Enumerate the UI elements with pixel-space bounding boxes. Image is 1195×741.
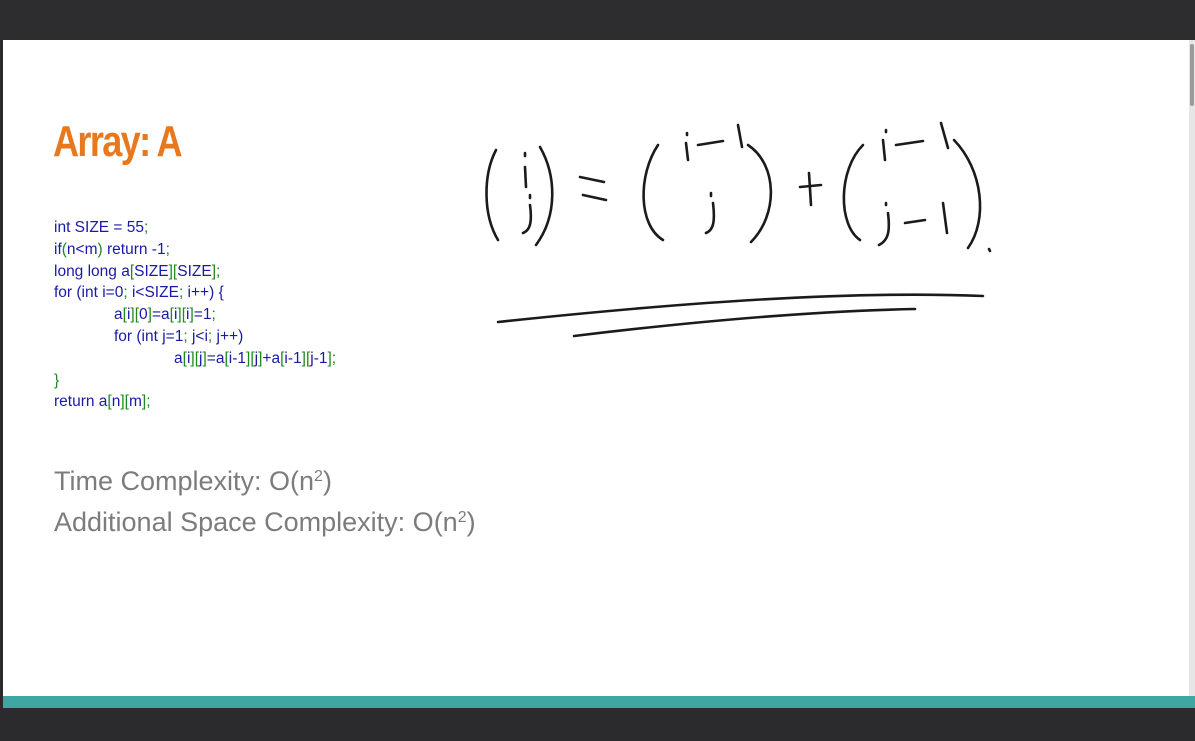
ink-equals-bottom (581, 193, 608, 202)
right-edge (1189, 40, 1195, 696)
ink-paren-left-1 (485, 148, 500, 242)
code-line: for (int i=0; i<SIZE; i++) { (54, 282, 336, 304)
space-complexity-close: ) (466, 507, 476, 537)
code-token: =1 (193, 306, 212, 324)
code-line: a[i][0]=a[i][i]=1; (54, 304, 336, 326)
code-token: ]; (211, 262, 221, 280)
ink-i-bottom-1 (523, 165, 528, 189)
code-token: for (int i=0 (54, 284, 124, 302)
ink-paren-right-3 (952, 138, 982, 250)
code-token: int SIZE = 55 (54, 219, 145, 236)
code-line: if(n<m) return -1; (54, 239, 336, 261)
code-token: SIZE (177, 262, 212, 280)
code-token: ][ (246, 349, 255, 367)
space-complexity: Additional Space Complexity: O(n2) (54, 506, 476, 538)
code-token: m (128, 393, 142, 411)
code-token: i++) { (183, 284, 224, 302)
slide-title: Array: A (53, 117, 183, 166)
code-token: ; (211, 306, 216, 324)
ink-paren-left-3 (842, 143, 865, 242)
code-token: long long a (54, 262, 130, 280)
code-token: } (54, 371, 60, 389)
code-token: j++) (212, 327, 244, 345)
code-token: ]; (141, 393, 151, 411)
code-token: for (int j=1 (114, 327, 184, 345)
ink-i-3 (881, 138, 887, 162)
ink-paren-right-2 (746, 143, 773, 244)
ink-paren-left-2 (642, 143, 665, 242)
ink-dot (987, 247, 992, 253)
code-line: return a[n][m]; (54, 391, 336, 413)
ink-j-2 (704, 201, 716, 235)
code-token: ]; (327, 349, 337, 367)
bottom-bar (0, 708, 1195, 741)
top-bar (0, 0, 1195, 40)
ink-one-3b (941, 201, 949, 235)
code-block: int SIZE = 55; if(n<m) return -1; long lon… (54, 217, 336, 413)
ink-minus-2 (696, 139, 725, 147)
code-line: } (54, 370, 336, 392)
code-token: SIZE (134, 262, 169, 280)
ink-paren-right-1 (534, 145, 554, 247)
time-complexity-exponent: 2 (314, 468, 323, 485)
code-token: ][ (130, 306, 140, 324)
code-token: i-1 (228, 349, 247, 367)
code-token: a (114, 306, 123, 324)
code-token: ][ (301, 349, 311, 367)
code-token: ][ (120, 393, 129, 411)
ink-underline-2 (572, 307, 917, 338)
code-token: j<i (187, 327, 208, 345)
space-complexity-exponent: 2 (457, 509, 467, 526)
code-line: a[i][j]=a[i-1][j]+a[i-1][j-1]; (54, 348, 336, 370)
code-token: if (54, 240, 62, 258)
ink-minus-3 (894, 139, 925, 147)
ink-minus-3b (903, 218, 927, 225)
space-complexity-label: Additional Space Complexity: O(n (54, 507, 458, 537)
code-token: =a (151, 306, 170, 324)
ink-plus-vertical (807, 171, 813, 207)
code-token: =a (206, 349, 225, 367)
code-token: j-1 (310, 349, 328, 367)
code-line: long long a[SIZE][SIZE]; (54, 261, 336, 283)
code-token: a (174, 349, 183, 367)
accent-strip (3, 696, 1195, 708)
ink-equals-top (578, 175, 606, 184)
code-token: return -1 (102, 240, 166, 258)
code-token: i<SIZE (127, 284, 179, 302)
code-token: ; (165, 240, 170, 258)
time-complexity: Time Complexity: O(n2) (54, 465, 332, 497)
ink-one-2 (736, 123, 744, 149)
ink-j-3 (877, 211, 891, 247)
time-complexity-close: ) (322, 466, 332, 496)
handwritten-binomial-formula (485, 121, 992, 338)
code-line: int SIZE = 55; (54, 217, 336, 239)
ink-i-2 (684, 141, 690, 162)
code-token: ][ (177, 306, 187, 324)
slide: Array: A int SIZE = 55; if(n<m) return -1… (3, 40, 1189, 696)
code-token: i-1 (284, 349, 302, 367)
code-token: 0 (139, 306, 148, 324)
ink-j-1 (521, 203, 533, 235)
code-token: ; (144, 219, 149, 236)
scroll-thumb[interactable] (1190, 44, 1194, 106)
code-token: n<m (66, 240, 98, 258)
ink-one-3 (939, 121, 950, 150)
code-line: for (int j=1; j<i; j++) (54, 326, 336, 348)
code-token: +a (262, 349, 281, 367)
code-token: ][ (190, 349, 200, 367)
time-complexity-label: Time Complexity: O(n (54, 466, 315, 496)
code-token: ][ (168, 262, 178, 280)
code-token: return a (54, 393, 108, 411)
